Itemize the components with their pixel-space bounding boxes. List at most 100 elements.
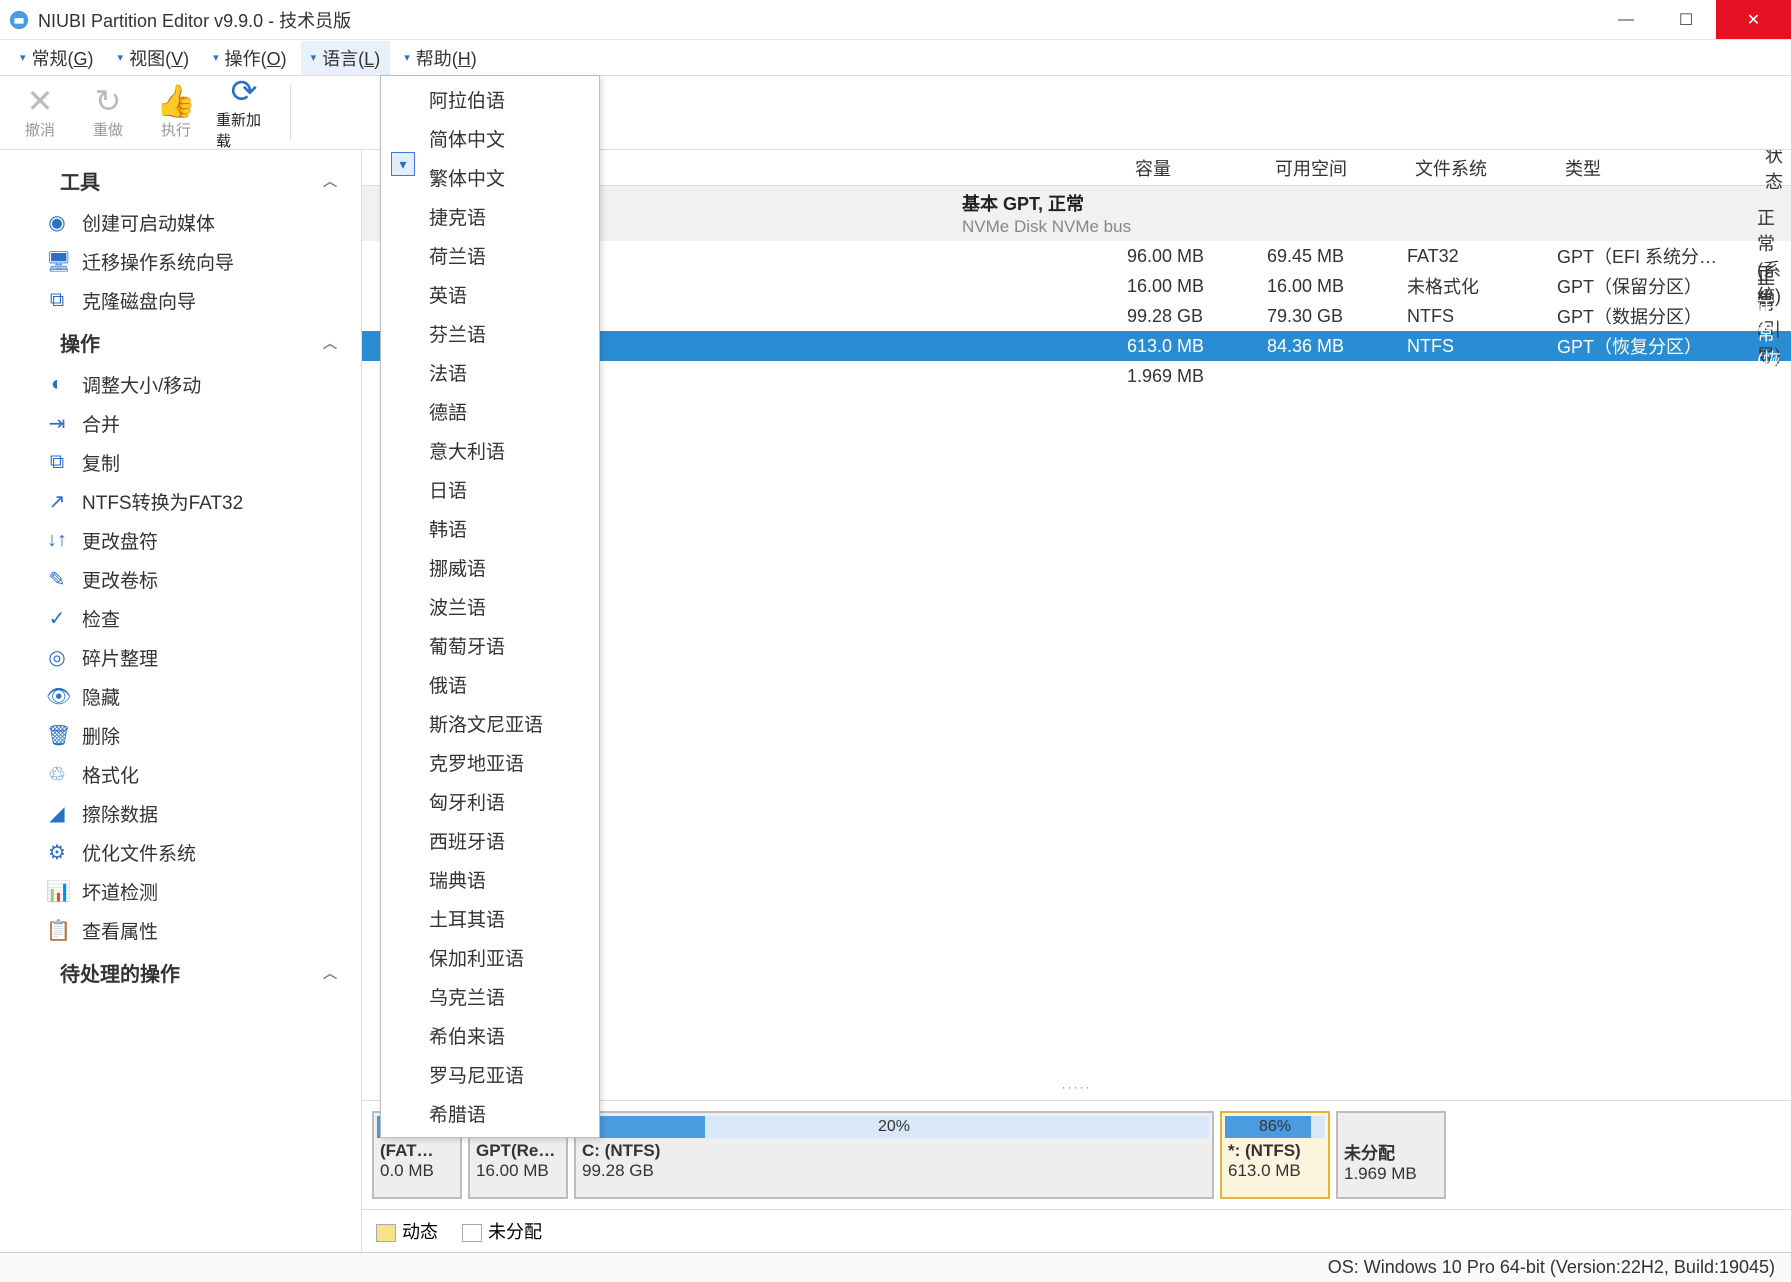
sidebar-item[interactable]: ◢ 擦除数据	[0, 794, 361, 833]
sidebar-item[interactable]: ⧉ 克隆磁盘向导	[0, 281, 361, 320]
sidebar-item[interactable]: 🗑删除	[0, 716, 361, 755]
partition-box[interactable]: 20%C: (NTFS)99.28 GB	[574, 1111, 1214, 1199]
language-option[interactable]: 阿拉伯语	[381, 80, 599, 119]
sidebar-item[interactable]: ◎碎片整理	[0, 638, 361, 677]
sidebar-item[interactable]: ⧉ 复制	[0, 443, 361, 482]
sidebar-section-head[interactable]: 工具︿	[0, 158, 361, 203]
sidebar-icon: ◢	[46, 801, 68, 826]
language-option[interactable]: 法语	[381, 353, 599, 392]
sidebar-item[interactable]: 📋 查看属性	[0, 911, 361, 950]
sidebar-item[interactable]: 📊坏道检测	[0, 872, 361, 911]
column-header[interactable]: 类型	[1557, 155, 1757, 181]
sidebar-icon: ⧉	[46, 451, 68, 474]
menu-general[interactable]: ▾常规(G)	[10, 41, 104, 75]
sidebar-section-head[interactable]: 待处理的操作︿	[0, 950, 361, 995]
sidebar-label: 查看属性	[82, 917, 158, 944]
language-option[interactable]: 捷克语	[381, 197, 599, 236]
part-size: 99.28 GB	[576, 1161, 1212, 1181]
window-controls: — ☐ ✕	[1596, 0, 1791, 39]
tool-icon: ↻	[95, 85, 122, 117]
tool-icon: 👍	[156, 85, 196, 117]
language-option[interactable]: 日语	[381, 470, 599, 509]
tool-apply[interactable]: 👍执行	[148, 85, 204, 140]
menu-view[interactable]: ▾视图(V)	[108, 41, 200, 75]
sidebar-icon: 📋	[46, 918, 68, 943]
column-header[interactable]: 状态	[1757, 150, 1791, 194]
language-option[interactable]: 葡萄牙语	[381, 626, 599, 665]
menu-operate[interactable]: ▾操作(O)	[203, 41, 297, 75]
tool-reload[interactable]: ⟳重新加载	[216, 75, 272, 151]
column-header[interactable]: 文件系统	[1407, 155, 1557, 181]
sidebar-label: 格式化	[82, 761, 139, 788]
sidebar-label: 克隆磁盘向导	[82, 287, 196, 314]
tool-label: 撤消	[25, 119, 55, 140]
language-option[interactable]: 保加利亚语	[381, 938, 599, 977]
sidebar-icon: ✓	[46, 606, 68, 631]
language-option[interactable]: 克罗地亚语	[381, 743, 599, 782]
language-option[interactable]: 简体中文▾	[381, 119, 599, 158]
sidebar-item[interactable]: ♲格式化	[0, 755, 361, 794]
chevron-up-icon: ︿	[323, 963, 337, 983]
sidebar-label: NTFS转换为FAT32	[82, 488, 243, 515]
language-option[interactable]: 斯洛文尼亚语	[381, 704, 599, 743]
sidebar-item[interactable]: ◉创建可启动媒体	[0, 203, 361, 242]
language-option[interactable]: 德語	[381, 392, 599, 431]
sidebar-icon: ⇥	[46, 411, 68, 436]
sidebar-item[interactable]: 👁隐藏	[0, 677, 361, 716]
sidebar-label: 擦除数据	[82, 800, 158, 827]
language-option[interactable]: 挪威语	[381, 548, 599, 587]
column-header[interactable]: 容量	[1127, 155, 1267, 181]
legend-item: 未分配	[462, 1218, 542, 1244]
sidebar-label: 优化文件系统	[82, 839, 196, 866]
sidebar-item[interactable]: 🖥 迁移操作系统向导	[0, 242, 361, 281]
legend: 动态未分配	[362, 1210, 1791, 1252]
sidebar-item[interactable]: ⇥合并	[0, 404, 361, 443]
sidebar-label: 复制	[82, 449, 120, 476]
language-option[interactable]: 波兰语	[381, 587, 599, 626]
column-header[interactable]: 可用空间	[1267, 155, 1407, 181]
language-option[interactable]: 希伯来语	[381, 1016, 599, 1055]
os-info: OS: Windows 10 Pro 64-bit (Version:22H2,…	[1328, 1257, 1775, 1278]
language-option[interactable]: 罗马尼亚语	[381, 1055, 599, 1094]
language-option[interactable]: 俄语	[381, 665, 599, 704]
maximize-button[interactable]: ☐	[1656, 0, 1716, 39]
part-size: 16.00 MB	[470, 1161, 566, 1181]
sidebar-item[interactable]: ↗NTFS转换为FAT32	[0, 482, 361, 521]
minimize-button[interactable]: —	[1596, 0, 1656, 39]
chevron-down-icon: ▾	[20, 51, 26, 64]
sidebar-icon: ✎	[46, 567, 68, 592]
menu-help[interactable]: ▾帮助(H)	[394, 41, 487, 75]
language-option[interactable]: 韩语	[381, 509, 599, 548]
language-option[interactable]: 瑞典语	[381, 860, 599, 899]
tool-redo[interactable]: ↻重做	[80, 85, 136, 140]
language-option[interactable]: 土耳其语	[381, 899, 599, 938]
partition-box[interactable]: 未分配1.969 MB	[1336, 1111, 1446, 1199]
sidebar-label: 迁移操作系统向导	[82, 248, 234, 275]
sidebar-item[interactable]: ◐调整大小/移动	[0, 365, 361, 404]
sidebar-item[interactable]: ✎更改卷标	[0, 560, 361, 599]
language-option[interactable]: 芬兰语	[381, 314, 599, 353]
language-option[interactable]: 西班牙语	[381, 821, 599, 860]
part-name: *: (NTFS)	[1222, 1141, 1328, 1161]
language-option[interactable]: 希腊语	[381, 1094, 599, 1133]
sidebar-item[interactable]: ✓检查	[0, 599, 361, 638]
pct-bar: 86%	[1225, 1116, 1325, 1138]
language-option[interactable]: 意大利语	[381, 431, 599, 470]
menu-language[interactable]: ▾语言(L)	[301, 41, 391, 75]
sidebar-section-head[interactable]: 操作︿	[0, 320, 361, 365]
sidebar-icon: 🖥	[46, 249, 68, 274]
language-option[interactable]: 英语	[381, 275, 599, 314]
chevron-up-icon: ︿	[323, 171, 337, 191]
part-size: 1.969 MB	[1338, 1164, 1444, 1184]
language-option[interactable]: 乌克兰语	[381, 977, 599, 1016]
sidebar-item[interactable]: ↓↑更改盘符	[0, 521, 361, 560]
language-option[interactable]: 匈牙利语	[381, 782, 599, 821]
close-button[interactable]: ✕	[1716, 0, 1791, 39]
sidebar-item[interactable]: ⚙优化文件系统	[0, 833, 361, 872]
titlebar: NIUBI Partition Editor v9.9.0 - 技术员版 — ☐…	[0, 0, 1791, 40]
partition-box[interactable]: 86%*: (NTFS)613.0 MB	[1220, 1111, 1330, 1199]
language-option[interactable]: 繁体中文	[381, 158, 599, 197]
tool-undo[interactable]: ✕撤消	[12, 85, 68, 140]
sidebar-icon: ⧉	[46, 289, 68, 312]
language-option[interactable]: 荷兰语	[381, 236, 599, 275]
